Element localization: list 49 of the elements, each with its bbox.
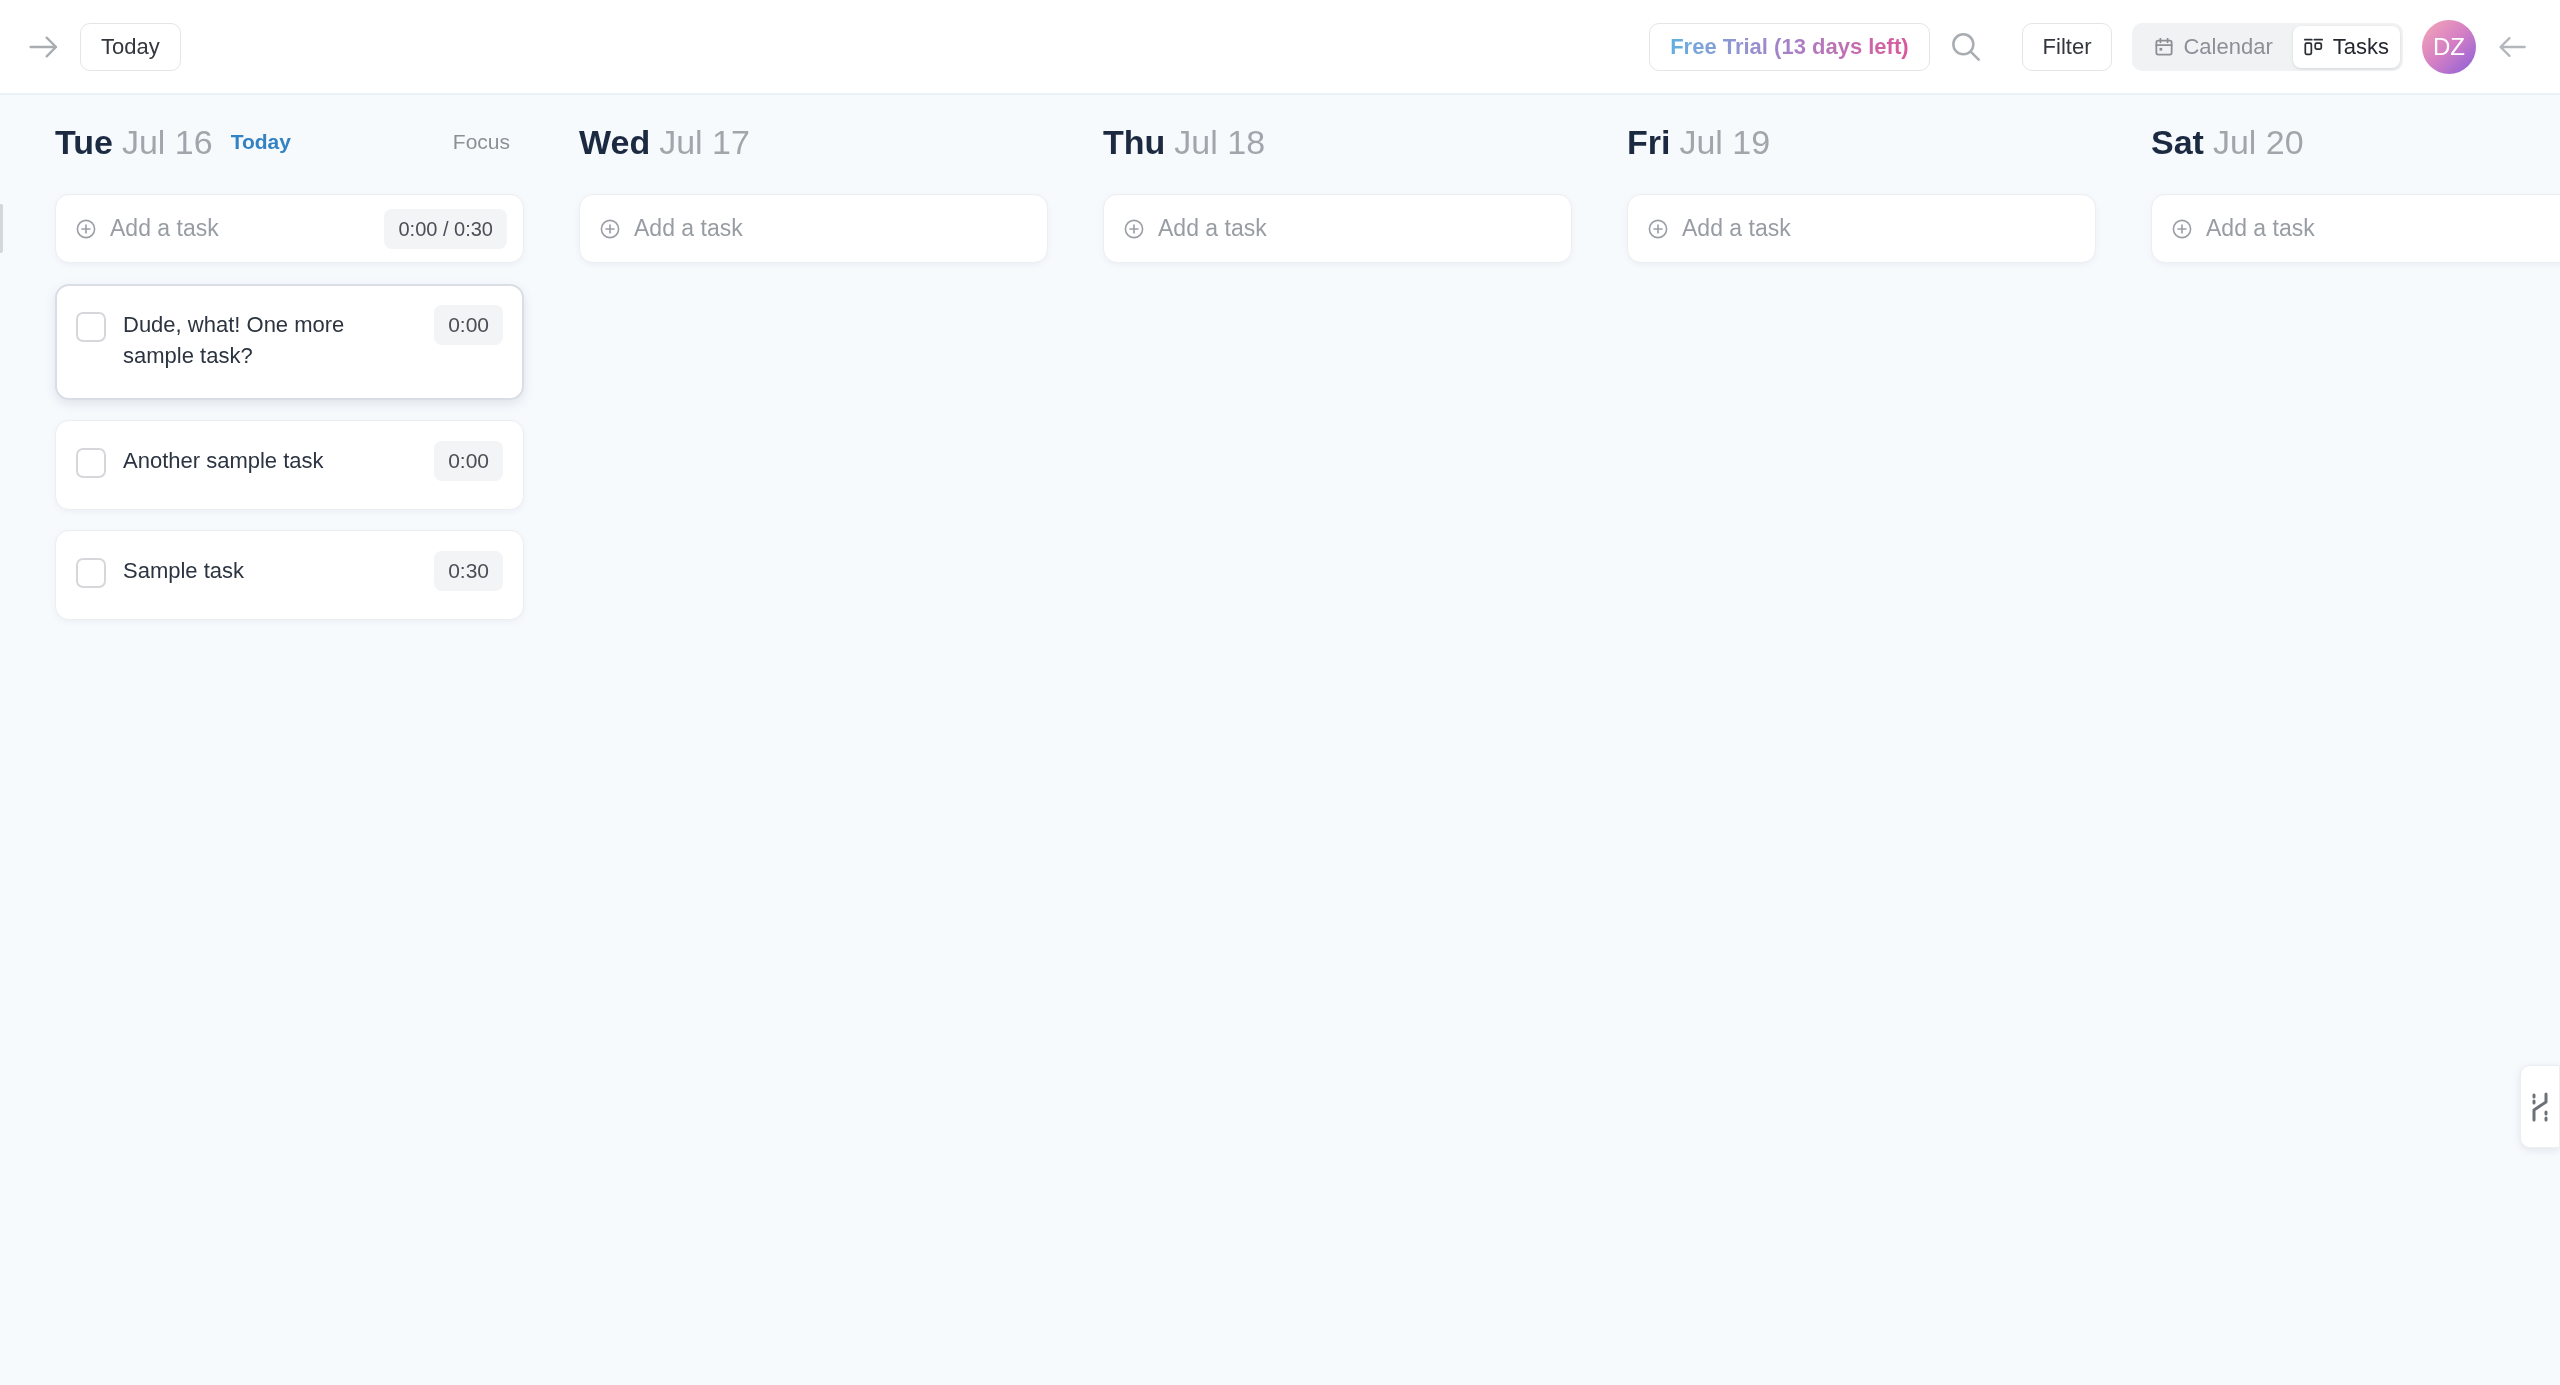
add-task-field[interactable]: Add a task 0:00 / 0:30 xyxy=(55,194,524,263)
weekday-label: Tue xyxy=(55,121,113,163)
calendar-icon xyxy=(2155,37,2174,56)
add-task-input[interactable]: Add a task xyxy=(1682,208,2079,249)
view-tab[interactable]: Tasks xyxy=(2292,25,2400,68)
date-label: Jul 18 xyxy=(1174,121,1266,163)
add-task-field[interactable]: Add a task xyxy=(1103,194,1572,263)
task-card[interactable]: Dude, what! One more sample task? 0:00 xyxy=(55,284,524,400)
side-panel-tab[interactable] xyxy=(2520,1065,2560,1148)
plus-circle-icon xyxy=(2172,218,2192,239)
plus-circle-icon xyxy=(1648,218,1668,239)
date-label: Jul 17 xyxy=(659,121,750,163)
time-badge: 0:00 xyxy=(434,441,503,481)
date-label: Jul 16 xyxy=(121,121,213,163)
task-title: Sample task xyxy=(123,557,246,585)
checkbox[interactable] xyxy=(76,558,106,588)
plus-circle-icon xyxy=(600,218,620,239)
date-label: Jul 20 xyxy=(2212,121,2304,163)
time-badge: 0:00 / 0:30 xyxy=(384,208,507,249)
time-badge: 0:00 xyxy=(434,305,503,345)
plus-circle-icon xyxy=(76,218,96,239)
add-task-field[interactable]: Add a task xyxy=(1627,194,2096,263)
today-button[interactable]: Today xyxy=(80,22,181,71)
task-card[interactable]: Sample task 0:30 xyxy=(55,530,524,620)
task-title: Dude, what! One more sample task? xyxy=(123,311,346,370)
search-icon[interactable] xyxy=(1951,32,1980,61)
arrow-left-icon[interactable] xyxy=(2498,34,2526,59)
time-badge: 0:30 xyxy=(434,551,503,591)
checkbox[interactable] xyxy=(76,448,106,478)
weekday-label: Fri xyxy=(1627,121,1671,163)
task-title: Another sample task xyxy=(123,447,325,475)
filter-button[interactable]: Filter xyxy=(2021,22,2113,71)
add-task-input[interactable]: Add a task xyxy=(110,208,375,249)
board-icon xyxy=(2303,37,2323,56)
task-card[interactable]: Another sample task 0:00 xyxy=(55,420,524,510)
add-task-field[interactable]: Add a task xyxy=(579,194,1048,263)
weekday-label: Thu xyxy=(1103,121,1166,163)
add-task-input[interactable]: Add a task xyxy=(1158,208,1555,249)
today-label: Today xyxy=(230,129,291,156)
checkbox[interactable] xyxy=(76,312,106,342)
add-task-input[interactable]: Add a task xyxy=(634,208,1031,249)
weekday-label: Sat xyxy=(2151,121,2204,163)
edge-handle[interactable] xyxy=(0,204,3,253)
plus-circle-icon xyxy=(1124,218,1144,239)
add-task-field[interactable]: Add a task xyxy=(2151,194,2560,263)
weekday-label: Wed xyxy=(579,121,651,163)
date-label: Jul 19 xyxy=(1679,121,1771,163)
add-task-input[interactable]: Add a task xyxy=(2206,208,2560,249)
arrow-right-icon[interactable] xyxy=(29,34,59,59)
